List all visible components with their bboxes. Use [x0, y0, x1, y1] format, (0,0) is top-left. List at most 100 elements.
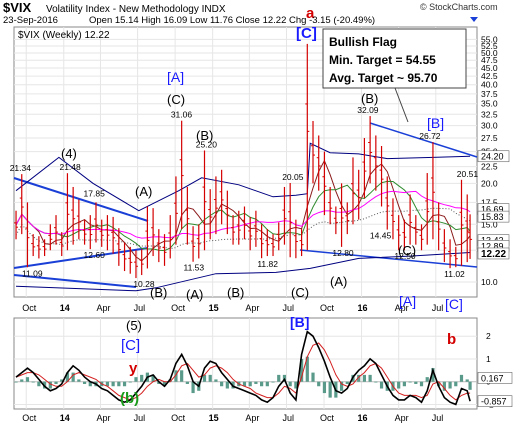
macd-histogram-bar [134, 377, 138, 382]
price-x-label: 15 [209, 303, 219, 313]
price-x-label: Oct [320, 303, 335, 313]
trough-value-label: 11.82 [257, 259, 278, 269]
macd-histogram-bar [288, 381, 292, 387]
macd-histogram-bar [317, 381, 321, 387]
wave-label-4: (4) [61, 146, 77, 161]
macd-x-label: Jul [282, 413, 294, 423]
price-value-badge-text: 15.83 [481, 212, 504, 222]
wave-label-y: y [129, 360, 138, 377]
price-tick-label: 55.0 [481, 34, 498, 44]
macd-histogram-bar [322, 381, 327, 394]
macd-histogram-bar [14, 381, 18, 383]
macd-x-label: 15 [209, 413, 219, 423]
macd-histogram-bar [20, 379, 24, 382]
price-value-badge-text: 12.22 [481, 249, 506, 260]
price-x-label: Apr [245, 303, 259, 313]
peak-value-label: 21.34 [10, 163, 32, 173]
peak-value-label: 26.72 [419, 131, 441, 141]
price-x-label: Apr [96, 303, 110, 313]
macd-histogram-bar [37, 381, 41, 387]
wave-label-b-bracket: [B] [427, 115, 444, 131]
peak-value-label: 20.51 [457, 169, 479, 179]
macd-histogram-bar [328, 381, 332, 398]
min-target-text: Min. Target = 54.55 [329, 53, 436, 67]
macd-value-badge-text: -0.857 [481, 397, 507, 407]
macd-x-label: Jul [432, 413, 444, 423]
peak-value-label: 21.48 [59, 162, 81, 172]
wave-label-5: (5) [126, 318, 142, 333]
macd-histogram-bar [345, 381, 349, 384]
trough-value-label: 12.60 [84, 250, 106, 260]
price-tick-label: 37.5 [481, 89, 498, 99]
trough-value-label: 11.53 [183, 263, 204, 273]
macd-tick-label: 1 [486, 354, 491, 364]
macd-histogram-bar [414, 381, 418, 384]
price-tick-label: 20.0 [481, 178, 498, 188]
peak-value-label: 31.06 [171, 110, 193, 120]
macd-histogram-bar [402, 381, 406, 387]
macd-histogram-bar [25, 377, 30, 382]
wave-label-a-14b: (A) [186, 287, 203, 302]
price-x-label: 16 [358, 303, 368, 313]
macd-histogram-bar [374, 381, 378, 383]
series-legend: $VIX (Weekly) 12.22 [18, 30, 110, 41]
price-tick-label: 40.0 [481, 80, 498, 90]
macd-histogram-bar [208, 374, 212, 382]
macd-x-label: Oct [22, 413, 37, 423]
vix-chart-root: 10.012.515.017.520.022.525.027.530.032.5… [0, 0, 520, 429]
macd-histogram-bar [140, 374, 144, 382]
macd-histogram-bar [265, 381, 269, 387]
trough-value-label: 14.45 [370, 231, 392, 241]
macd-histogram-bar [465, 379, 469, 382]
wave-label-b-red: b [447, 331, 456, 348]
peak-value-label: 17.85 [84, 189, 106, 199]
price-tick-label: 27.5 [481, 133, 498, 143]
wave-label-b-lower: (b) [120, 390, 139, 407]
macd-x-label: 14 [60, 413, 70, 423]
dropdown-arrow-icon[interactable] [470, 17, 478, 22]
quote-line: Open 15.14 High 16.09 Low 11.76 Close 12… [89, 15, 375, 26]
macd-histogram-bar [248, 381, 252, 387]
macd-histogram-bar [122, 381, 127, 387]
trough-value-label: 11.02 [444, 269, 465, 279]
index-name: Volatility Index - New Methodology INDX [46, 4, 226, 15]
macd-x-label: Oct [171, 413, 186, 423]
price-value-badge-text: 24.20 [481, 152, 504, 162]
price-tick-label: 32.5 [481, 109, 498, 119]
wave-label-c-bracket-16: [C] [445, 296, 463, 312]
price-tick-label: 35.0 [481, 99, 498, 109]
macd-histogram-bar [185, 381, 189, 384]
wave-label-a-bracket: [A] [167, 69, 184, 85]
macd-histogram-bar [468, 381, 472, 390]
macd-x-label: Oct [320, 413, 335, 423]
macd-histogram-bar [408, 381, 412, 383]
peak-value-label: 20.05 [282, 172, 304, 182]
price-tick-label: 22.5 [481, 162, 498, 172]
macd-histogram-bar [459, 374, 464, 382]
macd-histogram-bar [311, 372, 315, 382]
macd-histogram-bar [379, 381, 384, 389]
macd-histogram-bar [31, 381, 35, 383]
price-x-label: Jul [134, 303, 146, 313]
macd-histogram-bar [277, 374, 281, 382]
price-tick-label: 10.0 [481, 277, 498, 287]
wave-label-a-15: (A) [330, 274, 347, 289]
macd-histogram-bar [425, 377, 429, 382]
wave-label-c-16: (C) [398, 243, 416, 258]
watermark: © StockCharts.com [420, 2, 498, 12]
price-x-label: Jul [432, 303, 444, 313]
wave-label-b-14: (B) [196, 128, 213, 143]
bullish-flag-title: Bullish Flag [329, 35, 397, 49]
macd-x-label: Apr [96, 413, 110, 423]
wave-label-c-15: (C) [291, 285, 309, 300]
price-x-label: Jul [282, 303, 294, 313]
peak-value-label: 32.09 [357, 105, 379, 115]
wave-label-c-bracket-top: [C] [296, 25, 317, 42]
macd-x-label: Jul [134, 413, 146, 423]
wave-label-c-14: (C) [167, 92, 185, 107]
wave-label-b-15: (B) [227, 285, 244, 300]
wave-label-c-bracket-lower: [C] [121, 337, 140, 354]
macd-histogram-bar [419, 381, 424, 387]
avg-target-text: Avg. Target ~ 95.70 [329, 71, 438, 85]
macd-histogram-bar [214, 379, 218, 382]
